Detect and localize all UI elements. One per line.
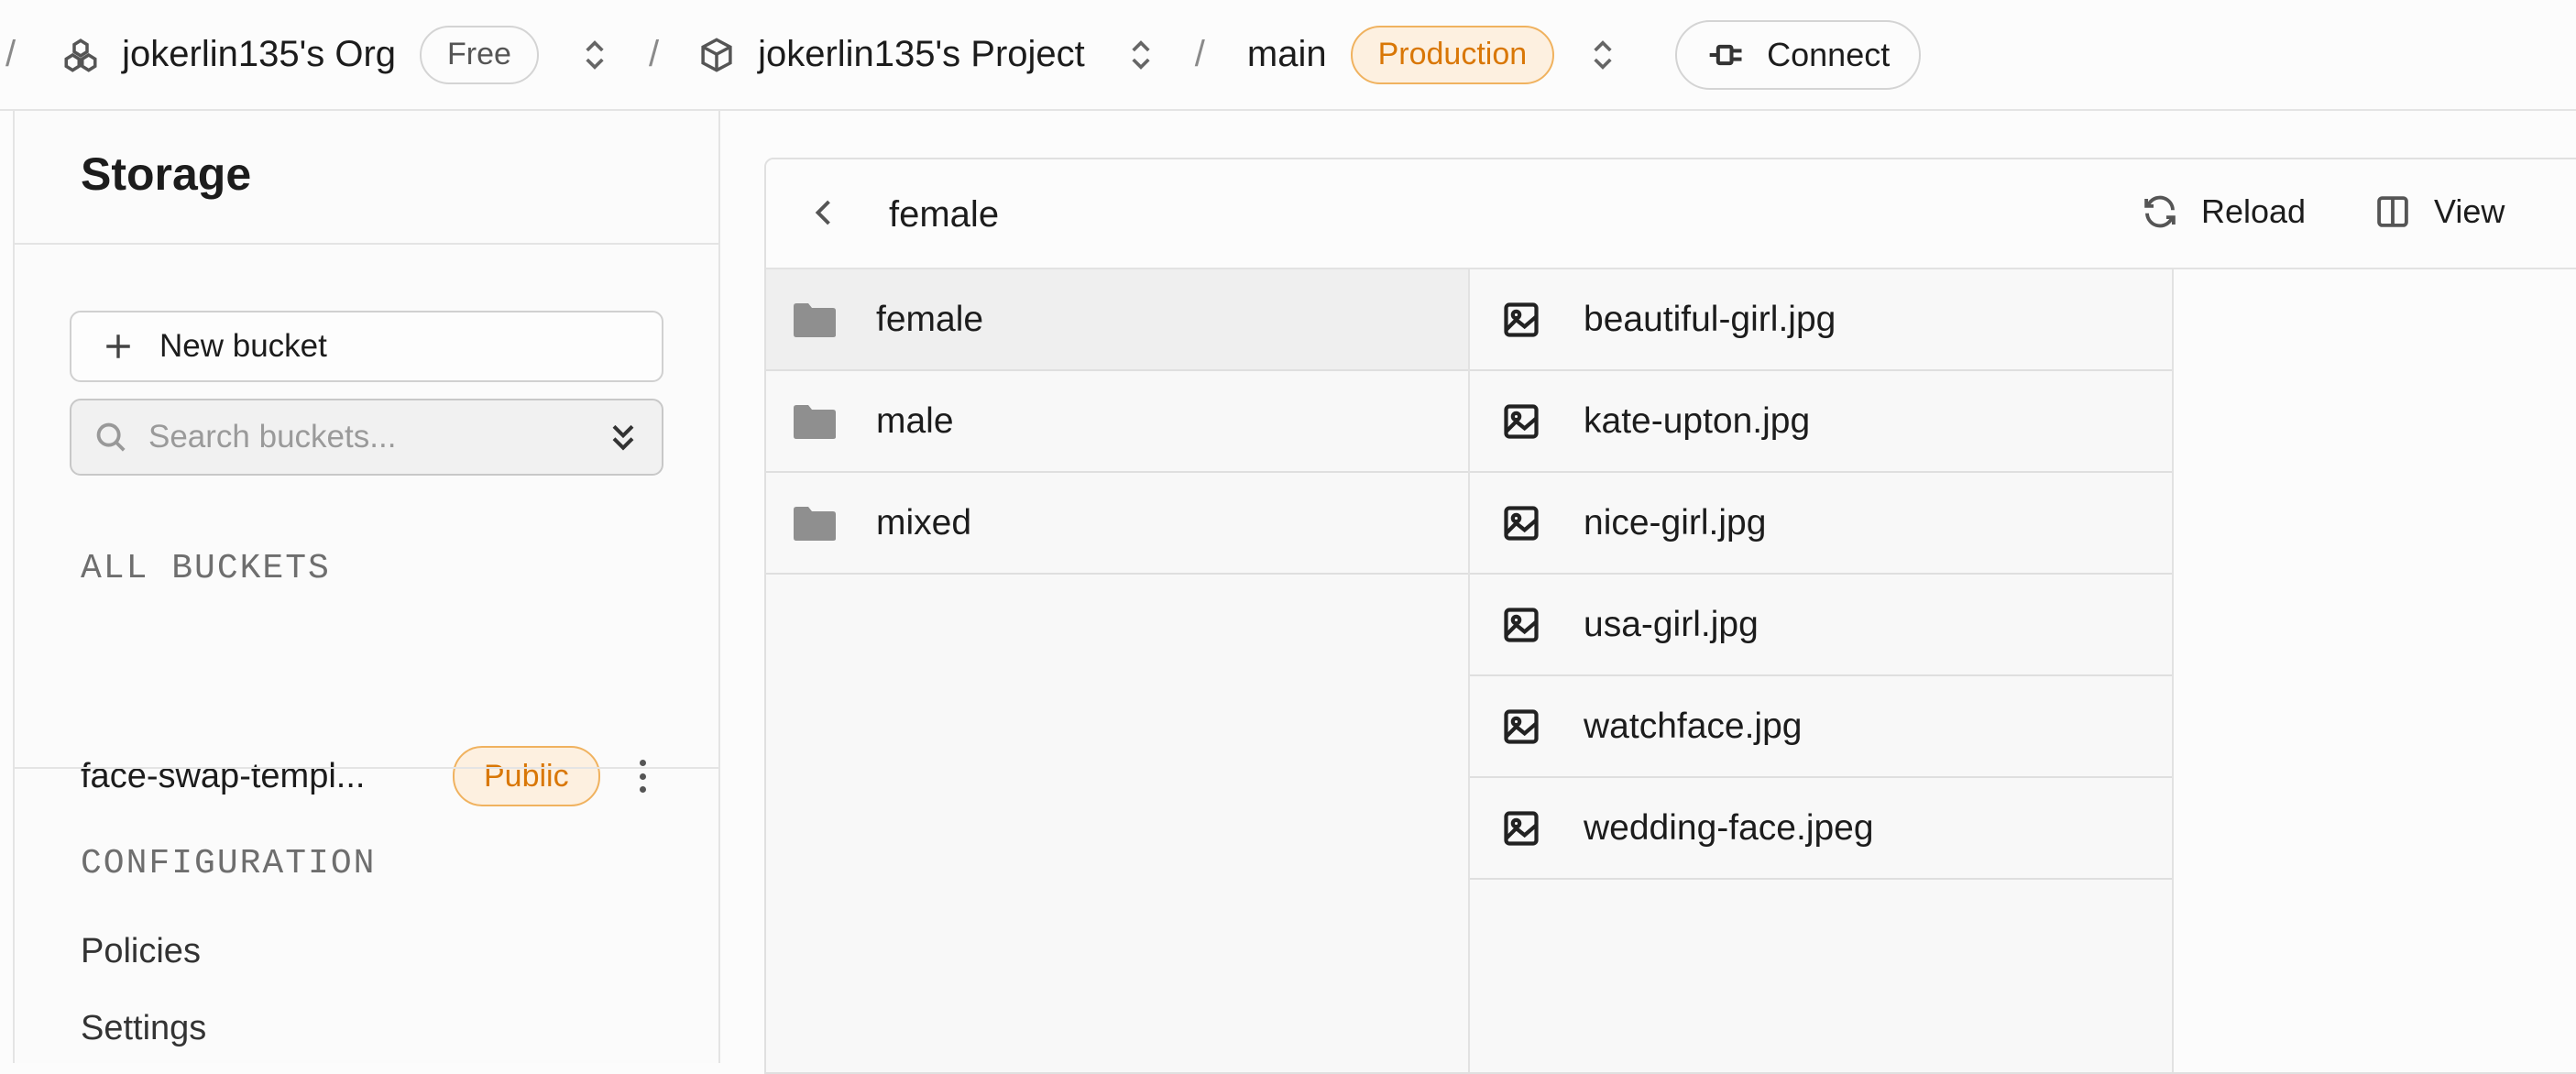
file-row[interactable]: beautiful-girl.jpg	[1470, 269, 2172, 371]
top-bar: / jokerlin135's Org Free / jokerlin135's…	[0, 0, 2576, 111]
branch-switcher[interactable]: main	[1247, 34, 1327, 75]
image-icon	[1504, 810, 1539, 846]
file-name: wedding-face.jpeg	[1584, 807, 1874, 848]
file-row[interactable]: kate-upton.jpg	[1470, 371, 2172, 473]
image-icon	[1504, 607, 1539, 642]
org-switcher-chevron[interactable]	[581, 37, 608, 73]
search-icon	[96, 422, 126, 452]
cube-icon	[701, 37, 732, 72]
file-name: beautiful-girl.jpg	[1584, 299, 1836, 339]
image-icon	[1504, 301, 1539, 337]
public-badge: Public	[453, 746, 600, 806]
branch-switcher-chevron[interactable]	[1589, 37, 1617, 73]
sidebar-title: Storage	[81, 148, 252, 200]
sidebar-divider	[15, 243, 718, 245]
current-path: female	[889, 194, 1000, 235]
plan-badge: Free	[420, 25, 539, 84]
breadcrumb-separator: /	[5, 34, 16, 74]
breadcrumb-separator: /	[1194, 34, 1205, 74]
project-switcher-chevron[interactable]	[1127, 37, 1155, 73]
storage-sidebar: Storage New bucket ALL BUCKETS face-swap…	[13, 111, 720, 1063]
file-name: usa-girl.jpg	[1584, 604, 1759, 644]
more-options-icon[interactable]	[637, 760, 650, 793]
reload-icon	[2144, 195, 2176, 228]
configuration-heading: CONFIGURATION	[81, 844, 377, 883]
file-row[interactable]: wedding-face.jpeg	[1470, 778, 2172, 880]
folder-row[interactable]: mixed	[766, 473, 1468, 575]
image-icon	[1504, 505, 1539, 541]
plus-icon	[106, 334, 130, 358]
folder-icon	[794, 404, 836, 439]
sidebar-item-settings[interactable]: Settings	[81, 1009, 206, 1048]
org-name[interactable]: jokerlin135's Org	[122, 34, 396, 75]
image-icon	[1504, 403, 1539, 439]
breadcrumb-separator: /	[648, 34, 660, 74]
reload-label: Reload	[2201, 192, 2307, 230]
folder-row[interactable]: female	[766, 269, 1468, 371]
project-switcher[interactable]: jokerlin135's Project	[697, 34, 1085, 75]
file-column: beautiful-girl.jpg kate-upton.jpg nice-g…	[1470, 269, 2174, 1072]
explorer-header: female Reload View	[766, 159, 2576, 269]
folder-column: female male mixed	[766, 269, 1470, 1072]
sidebar-divider	[15, 767, 718, 769]
org-switcher[interactable]: jokerlin135's Org	[61, 34, 396, 75]
folder-name: female	[876, 299, 984, 339]
folder-icon	[794, 506, 836, 541]
file-row[interactable]: usa-girl.jpg	[1470, 575, 2172, 676]
chevron-left-icon[interactable]	[808, 196, 841, 229]
view-button[interactable]: View	[2373, 192, 2505, 231]
file-name: kate-upton.jpg	[1584, 400, 1811, 441]
folder-name: male	[876, 400, 954, 441]
folder-row[interactable]: male	[766, 371, 1468, 473]
view-label: View	[2434, 192, 2505, 230]
chevron-updown-icon	[1132, 39, 1150, 70]
new-bucket-button[interactable]: New bucket	[70, 311, 663, 382]
file-row[interactable]: nice-girl.jpg	[1470, 473, 2172, 575]
branch-name[interactable]: main	[1247, 34, 1327, 75]
bucket-item[interactable]: face-swap-templ... Public	[81, 743, 667, 809]
chevron-updown-icon	[1594, 39, 1612, 70]
file-row[interactable]: watchface.jpg	[1470, 676, 2172, 778]
plug-icon	[1709, 44, 1742, 65]
search-input[interactable]	[148, 419, 588, 455]
sidebar-item-policies[interactable]: Policies	[81, 932, 201, 971]
file-name: watchface.jpg	[1584, 706, 1803, 746]
new-bucket-label: New bucket	[159, 328, 327, 364]
bucket-search[interactable]	[70, 399, 663, 476]
image-icon	[1504, 708, 1539, 744]
chevron-updown-icon	[586, 39, 604, 70]
connect-button[interactable]: Connect	[1675, 19, 1922, 90]
file-name: nice-girl.jpg	[1584, 502, 1767, 542]
connect-label: Connect	[1767, 35, 1891, 73]
columns-icon	[2377, 196, 2408, 227]
reload-button[interactable]: Reload	[2141, 192, 2306, 231]
bucket-name[interactable]: face-swap-templ...	[81, 757, 429, 796]
sort-chevrons-icon[interactable]	[605, 419, 641, 455]
file-explorer: female Reload View female male mixed bea…	[764, 158, 2576, 1074]
folder-name: mixed	[876, 502, 972, 542]
project-name[interactable]: jokerlin135's Project	[758, 34, 1085, 75]
folder-icon	[794, 302, 836, 337]
org-icon	[64, 38, 97, 72]
all-buckets-heading: ALL BUCKETS	[81, 549, 331, 588]
environment-badge: Production	[1350, 25, 1555, 84]
